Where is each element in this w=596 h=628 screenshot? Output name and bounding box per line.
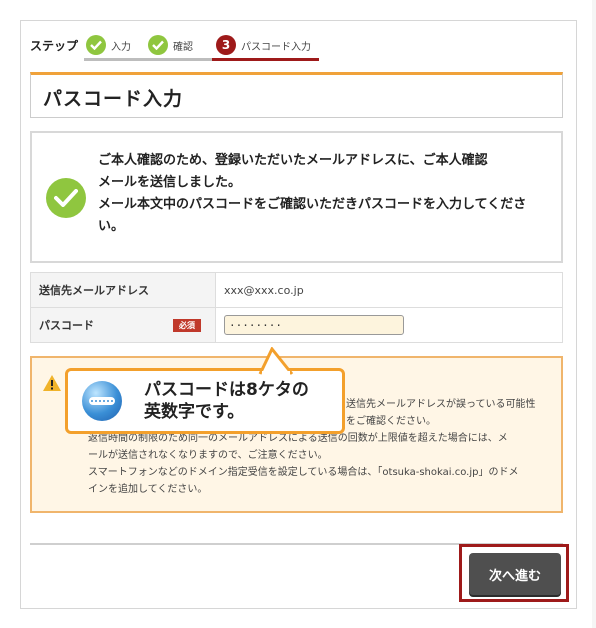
info-message-line: ご本人確認のため、登録いただいたメールアドレスに、ご本人確認 (98, 153, 488, 168)
step-passcode-label: パスコード入力 (241, 41, 312, 53)
info-message-box: ご本人確認のため、登録いただいたメールアドレスに、ご本人確認 メールを送信しまし… (30, 131, 563, 263)
page-title: パスコード入力 (43, 88, 184, 110)
warning-line: ールが送信されなくなりますので、ご注意ください。 (88, 450, 328, 461)
info-message-line: メール本文中のパスコードをご確認いただきパスコードを入力してくださ (98, 197, 527, 212)
passcode-input[interactable] (224, 315, 404, 335)
warning-line: スマートフォンなどのドメイン指定受信を設定している場合は、「otsuka-sho… (88, 467, 519, 478)
email-value: xxx@xxx.co.jp (215, 272, 563, 308)
passcode-form-table: 送信先メールアドレス xxx@xxx.co.jp パスコード 必須 (30, 272, 563, 343)
warning-icon (42, 374, 62, 396)
check-circle-icon (46, 178, 86, 218)
next-button[interactable]: 次へ進む (469, 553, 561, 595)
warning-line: インを追加してください。 (88, 484, 208, 495)
required-badge: 必須 (173, 319, 201, 332)
passcode-label-cell: パスコード 必須 (30, 307, 216, 343)
passcode-hint-line: パスコードは8ケタの (144, 380, 309, 400)
step-confirm: 確認 (148, 33, 216, 57)
passcode-hint-text: パスコードは8ケタの 英数字です。 (144, 379, 309, 423)
step-number-badge: 3 (216, 35, 237, 55)
info-message-line: メールを送信しました。 (98, 175, 242, 190)
info-message-text: ご本人確認のため、登録いただいたメールアドレスに、ご本人確認 メールを送信しまし… (98, 150, 558, 238)
passcode-hint-callout: パスコードは8ケタの 英数字です。 (65, 347, 345, 434)
step-input: 入力 (86, 33, 148, 57)
password-icon (82, 381, 122, 421)
step-indicator: ステップ 入力 確認 3 パスコード入力 (30, 32, 320, 61)
page-title-box: パスコード入力 (30, 72, 563, 118)
table-row: 送信先メールアドレス xxx@xxx.co.jp (30, 272, 563, 308)
check-icon (86, 35, 107, 55)
step-input-label: 入力 (111, 41, 132, 53)
step-passcode-current: 3 パスコード入力 (216, 33, 320, 57)
email-label: 送信先メールアドレス (30, 272, 216, 308)
step-progress-current (212, 58, 319, 61)
callout-pointer (258, 347, 294, 375)
step-progress-completed (84, 58, 212, 61)
info-message-line: い。 (98, 219, 125, 234)
page-scrollbar-track[interactable] (592, 0, 596, 628)
step-indicator-label: ステップ (30, 38, 79, 53)
passcode-input-cell (215, 307, 563, 343)
next-button-highlight: 次へ進む (459, 544, 569, 602)
check-icon (148, 35, 169, 55)
table-row: パスコード 必須 (30, 307, 563, 343)
passcode-hint-line: 英数字です。 (144, 402, 245, 422)
passcode-label: パスコード (39, 319, 94, 332)
step-confirm-label: 確認 (173, 41, 194, 53)
